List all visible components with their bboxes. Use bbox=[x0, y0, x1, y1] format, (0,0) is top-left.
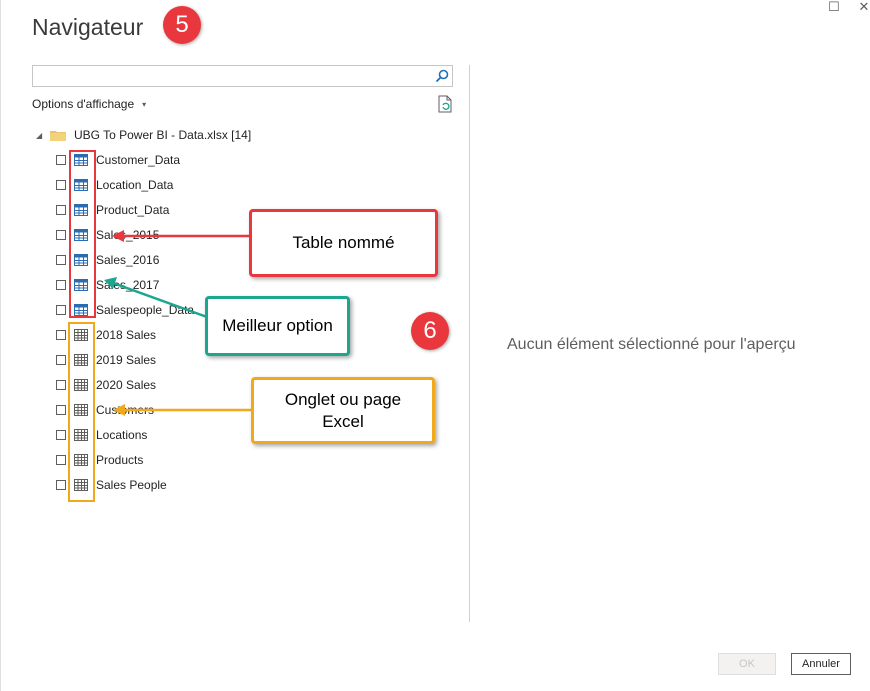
step-badge-6: 6 bbox=[411, 312, 449, 350]
item-checkbox[interactable] bbox=[56, 305, 66, 315]
item-label: Sales_2016 bbox=[96, 253, 160, 267]
item-label: Sales_2015 bbox=[96, 228, 160, 242]
search-box bbox=[32, 65, 453, 87]
item-label: Location_Data bbox=[96, 178, 174, 192]
workbook-label: UBG To Power BI - Data.xlsx [14] bbox=[74, 128, 252, 142]
item-checkbox[interactable] bbox=[56, 430, 66, 440]
item-checkbox[interactable] bbox=[56, 405, 66, 415]
pane-divider bbox=[469, 65, 470, 622]
item-label: 2019 Sales bbox=[96, 353, 157, 367]
sheet-callout-line2: Excel bbox=[322, 411, 364, 431]
item-checkbox[interactable] bbox=[56, 480, 66, 490]
item-label: 2020 Sales bbox=[96, 378, 157, 392]
cancel-button[interactable]: Annuler bbox=[791, 653, 851, 675]
item-label: Product_Data bbox=[96, 203, 170, 217]
sheet-group-highlight bbox=[68, 322, 95, 502]
item-checkbox[interactable] bbox=[56, 155, 66, 165]
table-group-highlight bbox=[69, 150, 96, 318]
item-checkbox[interactable] bbox=[56, 455, 66, 465]
expand-triangle-icon[interactable]: ◢ bbox=[36, 131, 46, 140]
sheet-callout: Onglet ou page Excel bbox=[251, 377, 435, 444]
item-label: Salespeople_Data bbox=[96, 303, 195, 317]
search-input[interactable] bbox=[37, 67, 431, 87]
chevron-down-icon: ▾ bbox=[142, 100, 147, 110]
search-icon[interactable] bbox=[435, 69, 449, 83]
folder-icon bbox=[50, 130, 66, 141]
step-badge-5: 5 bbox=[163, 6, 201, 44]
item-checkbox[interactable] bbox=[56, 280, 66, 290]
best-option-callout-text: Meilleur option bbox=[222, 316, 333, 335]
best-option-callout: Meilleur option bbox=[205, 296, 350, 356]
close-icon[interactable]: ✕ bbox=[856, 0, 870, 14]
item-checkbox[interactable] bbox=[56, 180, 66, 190]
item-checkbox[interactable] bbox=[56, 230, 66, 240]
item-checkbox[interactable] bbox=[56, 380, 66, 390]
item-checkbox[interactable] bbox=[56, 205, 66, 215]
item-checkbox[interactable] bbox=[56, 255, 66, 265]
dialog-title: Navigateur bbox=[32, 14, 144, 40]
item-label: Customers bbox=[96, 403, 155, 417]
ok-button[interactable]: OK bbox=[718, 653, 776, 675]
sheet-callout-line1: Onglet ou page bbox=[284, 389, 402, 409]
table-callout: Table nommé bbox=[249, 209, 438, 277]
refresh-document-icon[interactable] bbox=[437, 95, 453, 113]
maximize-icon[interactable]: ☐ bbox=[826, 0, 842, 14]
item-label: Locations bbox=[96, 428, 148, 442]
table-callout-text: Table nommé bbox=[292, 233, 395, 252]
item-checkbox[interactable] bbox=[56, 355, 66, 365]
item-label: 2018 Sales bbox=[96, 328, 157, 342]
item-checkbox[interactable] bbox=[56, 330, 66, 340]
item-label: Customer_Data bbox=[96, 153, 181, 167]
preview-empty-message: Aucun élément sélectionné pour l'aperçu bbox=[507, 336, 796, 353]
item-label: Sales_2017 bbox=[96, 278, 160, 292]
display-options-dropdown[interactable]: Options d'affichage ▾ bbox=[32, 97, 146, 111]
tree-root[interactable]: ◢ UBG To Power BI - Data.xlsx [14] bbox=[36, 126, 251, 144]
item-label: Products bbox=[96, 453, 144, 467]
window-edge bbox=[0, 0, 1, 691]
display-options-label: Options d'affichage bbox=[32, 97, 135, 111]
item-label: Sales People bbox=[96, 478, 167, 492]
